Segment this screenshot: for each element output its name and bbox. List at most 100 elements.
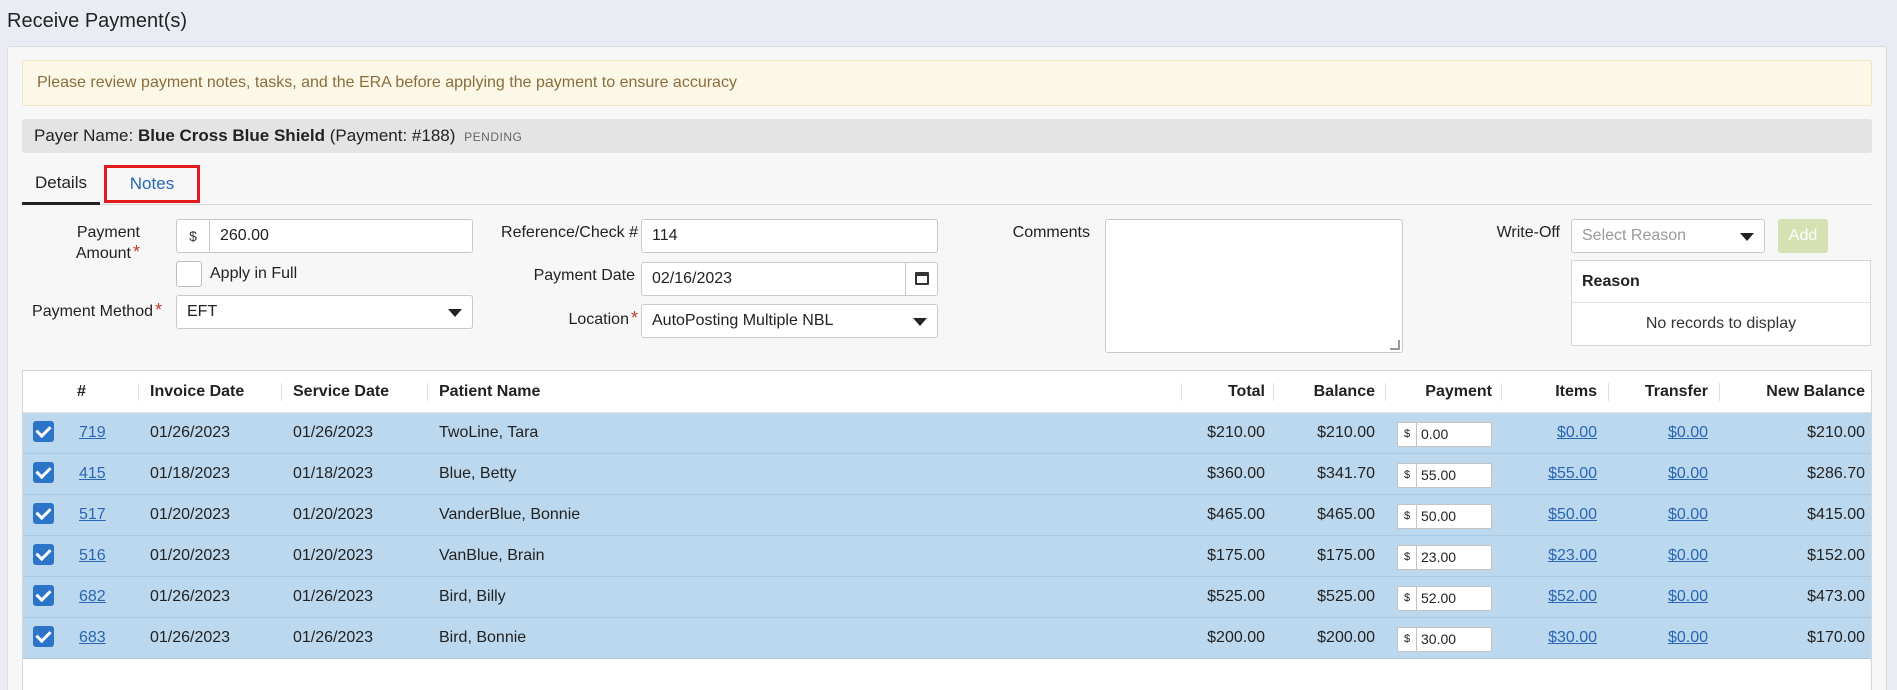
- items-link[interactable]: $52.00: [1503, 577, 1597, 617]
- patient-name: Blue, Betty: [439, 465, 517, 482]
- table-row[interactable]: 516 01/20/2023 01/20/2023 VanBlue, Brain…: [23, 536, 1871, 577]
- col-new-balance[interactable]: New Balance: [1723, 371, 1865, 413]
- chevron-down-icon: [1740, 233, 1754, 241]
- payment-method-select[interactable]: EFT: [176, 295, 473, 329]
- col-transfer[interactable]: Transfer: [1610, 371, 1708, 413]
- patient-name: TwoLine, Tara: [439, 424, 539, 441]
- service-date: 01/20/2023: [293, 506, 374, 523]
- col-items[interactable]: Items: [1503, 371, 1597, 413]
- payment-currency-prefix: $: [1397, 463, 1417, 488]
- total-cell: $525.00: [1207, 588, 1265, 605]
- payment-date-label: Payment Date: [533, 267, 635, 284]
- table-row[interactable]: 719 01/26/2023 01/26/2023 TwoLine, Tara …: [23, 413, 1871, 454]
- payer-name: Blue Cross Blue Shield: [137, 126, 325, 145]
- balance-cell: $210.00: [1317, 424, 1375, 441]
- reference-input[interactable]: 114: [641, 219, 938, 253]
- transfer-link[interactable]: $0.00: [1610, 454, 1708, 494]
- col-total[interactable]: Total: [1183, 371, 1265, 413]
- tab-bar: Details Notes: [22, 165, 1872, 205]
- payment-input[interactable]: 50.00: [1416, 504, 1492, 529]
- payment-input[interactable]: 52.00: [1416, 586, 1492, 611]
- payment-date-input[interactable]: 02/16/2023: [641, 262, 938, 296]
- currency-prefix: $: [176, 219, 210, 253]
- payment-currency-prefix: $: [1397, 586, 1417, 611]
- no-records-text: No records to display: [1645, 315, 1797, 332]
- items-link[interactable]: $55.00: [1503, 454, 1597, 494]
- resize-handle-icon[interactable]: [1390, 340, 1400, 350]
- col-patient-name[interactable]: Patient Name: [439, 371, 540, 413]
- table-row[interactable]: 683 01/26/2023 01/26/2023 Bird, Bonnie $…: [23, 618, 1871, 659]
- new-balance-cell: $473.00: [1807, 588, 1865, 605]
- items-link[interactable]: $0.00: [1503, 413, 1597, 453]
- row-checkbox[interactable]: [33, 462, 54, 483]
- service-date: 01/26/2023: [293, 588, 374, 605]
- payment-input[interactable]: 55.00: [1416, 463, 1492, 488]
- apply-in-full-checkbox[interactable]: [176, 261, 202, 287]
- apply-in-full-label: Apply in Full: [210, 265, 298, 282]
- writeoff-reason-select[interactable]: Select Reason: [1571, 219, 1765, 253]
- row-checkbox[interactable]: [33, 585, 54, 606]
- payment-input[interactable]: 30.00: [1416, 627, 1492, 652]
- review-alert: Please review payment notes, tasks, and …: [22, 60, 1872, 106]
- items-link[interactable]: $30.00: [1503, 618, 1597, 658]
- payment-amount-input[interactable]: 260.00: [209, 219, 473, 253]
- row-checkbox[interactable]: [33, 503, 54, 524]
- total-cell: $210.00: [1207, 424, 1265, 441]
- transfer-link[interactable]: $0.00: [1610, 413, 1708, 453]
- table-row[interactable]: 517 01/20/2023 01/20/2023 VanderBlue, Bo…: [23, 495, 1871, 536]
- transfer-link[interactable]: $0.00: [1610, 577, 1708, 617]
- items-link[interactable]: $50.00: [1503, 495, 1597, 535]
- transfer-link[interactable]: $0.00: [1610, 618, 1708, 658]
- row-checkbox[interactable]: [33, 626, 54, 647]
- chevron-down-icon: [913, 318, 927, 326]
- col-invoice-date[interactable]: Invoice Date: [150, 371, 244, 413]
- payment-method-label: Payment Method *: [32, 300, 162, 320]
- patient-name: VanBlue, Brain: [439, 547, 545, 564]
- items-link[interactable]: $23.00: [1503, 536, 1597, 576]
- row-checkbox[interactable]: [33, 544, 54, 565]
- invoice-link[interactable]: 516: [79, 536, 106, 576]
- total-cell: $360.00: [1207, 465, 1265, 482]
- balance-cell: $175.00: [1317, 547, 1375, 564]
- add-writeoff-button[interactable]: Add: [1778, 219, 1828, 253]
- col-payment[interactable]: Payment: [1385, 371, 1492, 413]
- reason-header: Reason: [1572, 261, 1870, 303]
- invoice-grid: # Invoice Date Service Date Patient Name…: [22, 370, 1872, 690]
- patient-name: Bird, Billy: [439, 588, 506, 605]
- payment-currency-prefix: $: [1397, 545, 1417, 570]
- payer-bar: Payer Name: Blue Cross Blue Shield (Paym…: [22, 119, 1872, 153]
- location-select[interactable]: AutoPosting Multiple NBL: [641, 304, 938, 338]
- new-balance-cell: $152.00: [1807, 547, 1865, 564]
- total-cell: $175.00: [1207, 547, 1265, 564]
- tab-details[interactable]: Details: [22, 165, 100, 205]
- col-balance[interactable]: Balance: [1275, 371, 1375, 413]
- invoice-link[interactable]: 683: [79, 618, 106, 658]
- writeoff-label: Write-Off: [1496, 224, 1560, 241]
- payment-input[interactable]: 23.00: [1416, 545, 1492, 570]
- new-balance-cell: $170.00: [1807, 629, 1865, 646]
- table-row[interactable]: 682 01/26/2023 01/26/2023 Bird, Billy $5…: [23, 577, 1871, 618]
- row-checkbox[interactable]: [33, 421, 54, 442]
- invoice-date: 01/20/2023: [150, 547, 231, 564]
- tab-notes[interactable]: Notes: [104, 165, 200, 203]
- service-date: 01/20/2023: [293, 547, 374, 564]
- chevron-down-icon: [448, 309, 462, 317]
- invoice-link[interactable]: 517: [79, 495, 106, 535]
- invoice-date: 01/18/2023: [150, 465, 231, 482]
- invoice-link[interactable]: 682: [79, 577, 106, 617]
- col-number[interactable]: #: [77, 371, 86, 413]
- transfer-link[interactable]: $0.00: [1610, 536, 1708, 576]
- grid-header: # Invoice Date Service Date Patient Name…: [23, 371, 1871, 413]
- payment-input[interactable]: 0.00: [1416, 422, 1492, 447]
- comments-label: Comments: [1012, 224, 1090, 241]
- table-row[interactable]: 415 01/18/2023 01/18/2023 Blue, Betty $3…: [23, 454, 1871, 495]
- payment-panel: Please review payment notes, tasks, and …: [7, 46, 1887, 690]
- invoice-link[interactable]: 719: [79, 413, 106, 453]
- transfer-link[interactable]: $0.00: [1610, 495, 1708, 535]
- col-service-date[interactable]: Service Date: [293, 371, 389, 413]
- invoice-link[interactable]: 415: [79, 454, 106, 494]
- service-date: 01/18/2023: [293, 465, 374, 482]
- calendar-button[interactable]: [905, 263, 937, 295]
- page-title: Receive Payment(s): [7, 10, 188, 32]
- comments-textarea[interactable]: [1105, 219, 1403, 353]
